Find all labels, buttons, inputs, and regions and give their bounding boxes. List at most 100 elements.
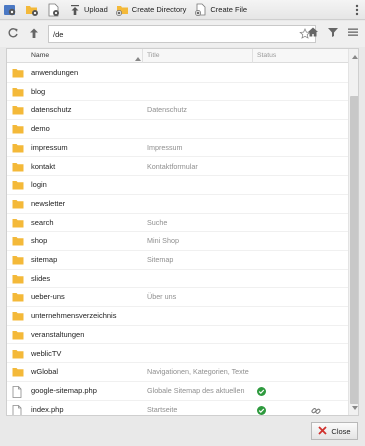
table-row[interactable]: google-sitemap.php Globale Sitemap des ak… [7,382,348,401]
new-file-icon [194,3,207,16]
create-directory-button[interactable]: Create Directory [113,1,190,19]
file-title: Mini Shop [147,236,179,246]
folder-icon [12,367,24,379]
file-name: ueber-uns [31,292,65,302]
table-row[interactable]: login [7,176,348,195]
upload-button[interactable]: Upload [66,1,111,19]
folder-icon [12,143,24,155]
refresh-button[interactable] [5,26,21,42]
file-title: Startseite [147,404,178,414]
file-title: Datenschutz [147,105,187,115]
file-icon [12,385,22,400]
table-row[interactable]: weblicTV [7,345,348,364]
file-settings-button[interactable] [44,1,64,19]
table-row[interactable]: veranstaltungen [7,326,348,345]
file-title: Globale Sitemap des aktuellen [147,385,245,395]
path-input[interactable] [49,26,279,42]
column-header-status[interactable]: Status [257,49,307,63]
file-title: Suche [147,217,168,227]
file-title: Sitemap [147,255,174,264]
folder-icon [12,274,24,286]
scroll-up-icon[interactable] [352,52,358,61]
scrollbar[interactable] [348,49,358,415]
folder-icon [12,105,24,117]
file-name: veranstaltungen [31,329,85,339]
table-row[interactable]: sitemap Sitemap [7,251,348,270]
file-name: google-sitemap.php [31,385,97,395]
table-row[interactable]: ueber-uns Über uns [7,288,348,308]
more-menu-button[interactable] [355,4,359,18]
table-row[interactable]: unternehmensverzeichnis [7,307,348,326]
table-row[interactable]: newsletter [7,195,348,214]
sort-up-icon [135,54,141,63]
folder-icon [12,236,24,248]
column-header-title[interactable]: Title [147,49,253,63]
vertical-dots-icon [355,4,359,18]
gear-folder-icon [25,3,39,17]
table-row[interactable]: wGlobal Navigationen, Kategorien, Texte [7,363,348,382]
status-ok-icon [257,386,266,398]
folder-icon [12,255,24,267]
folder-icon [12,68,24,80]
file-name: wGlobal [31,367,59,377]
close-button[interactable]: Close [311,422,358,440]
file-name: slides [31,273,51,283]
file-name: weblicTV [31,348,62,358]
file-name: index.php [31,404,64,414]
file-list: Name Title Status anwendungen blog datensc… [6,48,359,416]
column-header-name[interactable]: Name [31,49,143,63]
refresh-icon [7,27,19,41]
folder-icon [12,330,24,342]
address-bar [0,21,365,47]
toolbar: Upload Create Directory Create File [0,0,365,20]
file-icon [12,404,22,415]
scrollbar-thumb[interactable] [350,96,358,404]
table-row[interactable]: datenschutz Datenschutz [7,101,348,121]
status-ok-icon [257,405,266,415]
new-folder-icon [115,3,129,16]
upload-label: Upload [84,5,108,14]
folder-icon [12,218,24,230]
close-label: Close [331,426,351,436]
create-file-button[interactable]: Create File [191,1,250,19]
folder-icon [12,87,24,99]
link-icon[interactable] [311,406,321,415]
file-name: blog [31,86,46,96]
settings-button[interactable] [0,1,20,19]
table-row[interactable]: index.php Startseite [7,401,348,415]
create-file-label: Create File [210,5,248,14]
table-row[interactable]: impressum Impressum [7,139,348,158]
table-row[interactable]: anwendungen [7,64,348,83]
table-row[interactable]: shop Mini Shop [7,232,348,251]
table-header: Name Title Status [7,49,348,63]
file-name: sitemap [31,255,58,264]
file-title: Navigationen, Kategorien, Texte [147,367,249,377]
up-directory-button[interactable] [26,26,42,42]
file-name: unternehmensverzeichnis [31,311,117,321]
close-icon [318,425,328,437]
scroll-down-icon[interactable] [352,403,358,412]
view-tools [307,26,359,40]
table-row[interactable]: slides [7,270,348,289]
filter-icon[interactable] [327,26,339,40]
table-row[interactable]: search Suche [7,214,348,233]
folder-icon [12,199,24,211]
folder-icon [12,162,24,174]
file-name: shop [31,236,48,246]
table-row[interactable]: demo [7,120,348,139]
file-name: search [31,217,54,227]
table-row[interactable]: kontakt Kontaktformular [7,158,348,177]
table-row[interactable]: blog [7,83,348,102]
file-name: login [31,180,47,190]
folder-icon [12,311,24,323]
gear-file-icon [47,3,61,17]
folder-settings-button[interactable] [22,1,42,19]
gear-blue-icon [3,3,17,17]
file-name: impressum [31,142,68,152]
folder-icon [12,180,24,192]
list-view-icon[interactable] [347,26,359,40]
file-name: newsletter [31,198,66,208]
file-title: Impressum [147,142,183,152]
home-icon[interactable] [307,26,319,40]
path-field-wrap [48,25,316,43]
